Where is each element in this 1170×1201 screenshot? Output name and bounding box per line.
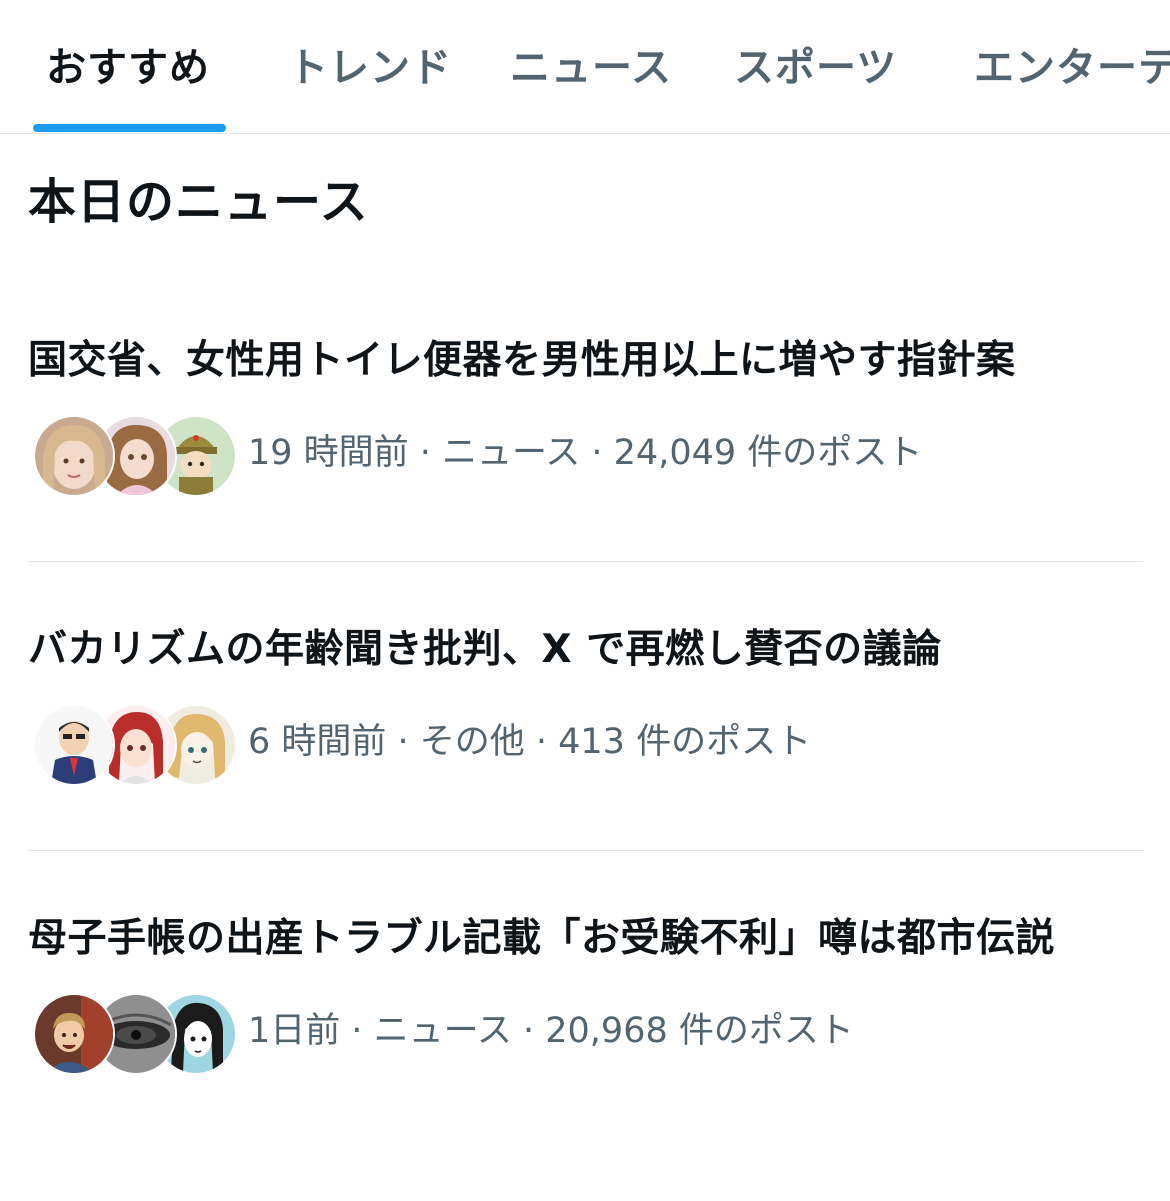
tab-entertainment[interactable]: エンターテ	[974, 38, 1170, 98]
news-item[interactable]: 国交省、女性用トイレ便器を男性用以上に増やす指針案 19 時間前 · ニュース …	[0, 333, 1170, 623]
tab-trend[interactable]: トレンド	[288, 38, 452, 98]
tab-recommended[interactable]: おすすめ	[46, 38, 210, 98]
avatar-group	[33, 993, 237, 1075]
active-tab-indicator	[33, 124, 226, 132]
section-title: 本日のニュース	[28, 174, 369, 230]
avatar-blonde-woman	[33, 415, 115, 497]
divider	[28, 561, 1143, 562]
avatar-group	[33, 704, 237, 786]
news-meta: 6 時間前 · その他 · 413 件のポスト	[248, 722, 812, 762]
explore-tabs: おすすめ トレンド ニュース スポーツ エンターテ	[0, 0, 1170, 134]
avatar-group	[33, 415, 237, 497]
tab-sports[interactable]: スポーツ	[734, 38, 897, 98]
avatar-businessman-cartoon	[33, 704, 115, 786]
divider	[28, 850, 1143, 851]
news-meta: 1日前 · ニュース · 20,968 件のポスト	[248, 1011, 854, 1051]
news-item[interactable]: バカリズムの年齢聞き批判、X で再燃し賛否の議論 6 時間前 · その他 · 4…	[0, 622, 1170, 912]
tab-news[interactable]: ニュース	[510, 38, 672, 98]
news-headline[interactable]: バカリズムの年齢聞き批判、X で再燃し賛否の議論	[28, 622, 942, 678]
news-meta: 19 時間前 · ニュース · 24,049 件のポスト	[248, 433, 923, 473]
avatar-child-photo	[33, 993, 115, 1075]
news-headline[interactable]: 母子手帳の出産トラブル記載「お受験不利」噂は都市伝説	[28, 911, 1055, 967]
news-headline[interactable]: 国交省、女性用トイレ便器を男性用以上に増やす指針案	[28, 333, 1016, 389]
news-item[interactable]: 母子手帳の出産トラブル記載「お受験不利」噂は都市伝説 1日前 · ニュース · …	[0, 911, 1170, 1201]
